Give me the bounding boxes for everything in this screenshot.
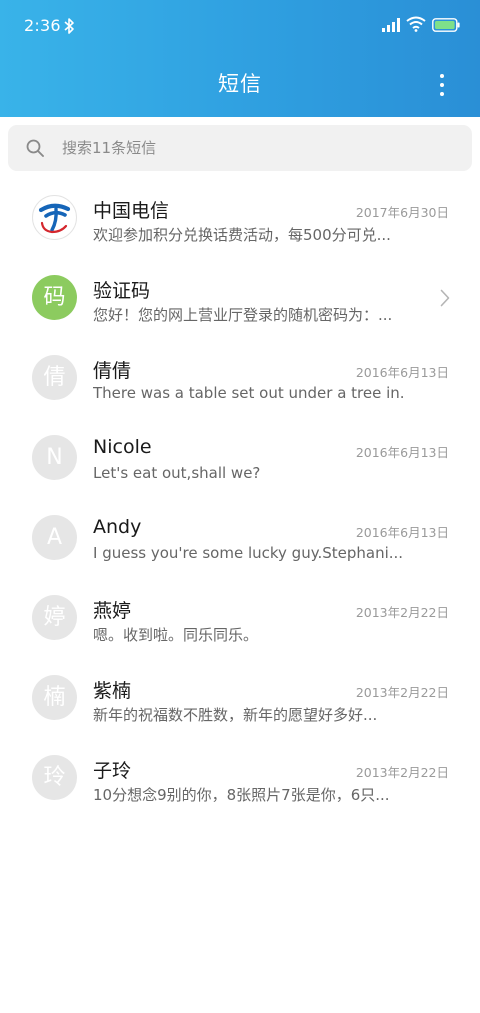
contact-name: Andy [93, 516, 142, 538]
contact-name: 中国电信 [93, 200, 170, 222]
conversation-item[interactable]: A Andy I guess you're some lucky guy.Ste… [0, 498, 480, 578]
wifi-icon [406, 16, 426, 32]
contact-name: 子玲 [93, 760, 132, 782]
contact-name: 验证码 [93, 280, 151, 302]
messages-screen: 2:36 短信 搜索11条短信 中国电信 欢迎参加积分兑换话费活动，每500分可… [0, 0, 480, 1013]
message-preview: 欢迎参加积分兑换话费活动，每500分可兑... [93, 226, 391, 244]
battery-icon [432, 18, 460, 32]
conversation-item[interactable]: N Nicole Let's eat out,shall we? 2016年6月… [0, 418, 480, 498]
avatar: N [32, 435, 77, 480]
contact-name: Nicole [93, 436, 152, 458]
message-preview: 您好！您的网上营业厅登录的随机密码为：... [93, 306, 393, 324]
cellular-signal-icon [382, 18, 400, 32]
search-input[interactable] [62, 125, 452, 171]
more-options-button[interactable] [428, 70, 456, 100]
conversation-item[interactable]: 中国电信 欢迎参加积分兑换话费活动，每500分可兑... 2017年6月30日 [0, 178, 480, 258]
china-telecom-logo [32, 195, 77, 240]
conversation-item[interactable]: 婷 燕婷 嗯。收到啦。同乐同乐。 2013年2月22日 [0, 578, 480, 658]
search-bar[interactable] [8, 125, 472, 171]
message-date: 2016年6月13日 [355, 445, 449, 460]
chevron-right-icon [440, 289, 450, 307]
bluetooth-icon [64, 18, 74, 34]
message-preview: 10分想念9别的你，8张照片7张是你，6只... [93, 786, 390, 804]
app-header: 2:36 短信 [0, 0, 480, 117]
search-icon [26, 139, 44, 157]
message-date: 2013年2月22日 [355, 765, 449, 780]
avatar: 婷 [32, 595, 77, 640]
more-vertical-icon [440, 74, 444, 96]
contact-name: 倩倩 [93, 360, 132, 382]
status-time: 2:36 [24, 16, 61, 35]
message-date: 2016年6月13日 [355, 365, 449, 380]
message-preview: I guess you're some lucky guy.Stephani..… [93, 544, 404, 562]
message-preview: 新年的祝福数不胜数，新年的愿望好多好... [93, 706, 378, 724]
conversation-list: 中国电信 欢迎参加积分兑换话费活动，每500分可兑... 2017年6月30日 … [0, 178, 480, 818]
conversation-item[interactable]: 玲 子玲 10分想念9别的你，8张照片7张是你，6只... 2013年2月22日 [0, 738, 480, 818]
avatar: 玲 [32, 755, 77, 800]
avatar: 码 [32, 275, 77, 320]
conversation-item[interactable]: 倩 倩倩 There was a table set out under a t… [0, 338, 480, 418]
message-date: 2016年6月13日 [355, 525, 449, 540]
avatar: 楠 [32, 675, 77, 720]
message-preview: 嗯。收到啦。同乐同乐。 [93, 626, 259, 644]
contact-name: 紫楠 [93, 680, 132, 702]
status-bar: 2:36 [0, 0, 480, 54]
message-date: 2013年2月22日 [355, 605, 449, 620]
message-date: 2017年6月30日 [355, 205, 449, 220]
contact-name: 燕婷 [93, 600, 132, 622]
title-bar: 短信 [0, 54, 480, 117]
avatar: 倩 [32, 355, 77, 400]
avatar: A [32, 515, 77, 560]
conversation-item[interactable]: 码 验证码 您好！您的网上营业厅登录的随机密码为：... [0, 258, 480, 338]
message-preview: Let's eat out,shall we? [93, 464, 261, 482]
message-date: 2013年2月22日 [355, 685, 449, 700]
message-preview: There was a table set out under a tree i… [93, 384, 405, 402]
conversation-item[interactable]: 楠 紫楠 新年的祝福数不胜数，新年的愿望好多好... 2013年2月22日 [0, 658, 480, 738]
page-title: 短信 [218, 72, 262, 96]
